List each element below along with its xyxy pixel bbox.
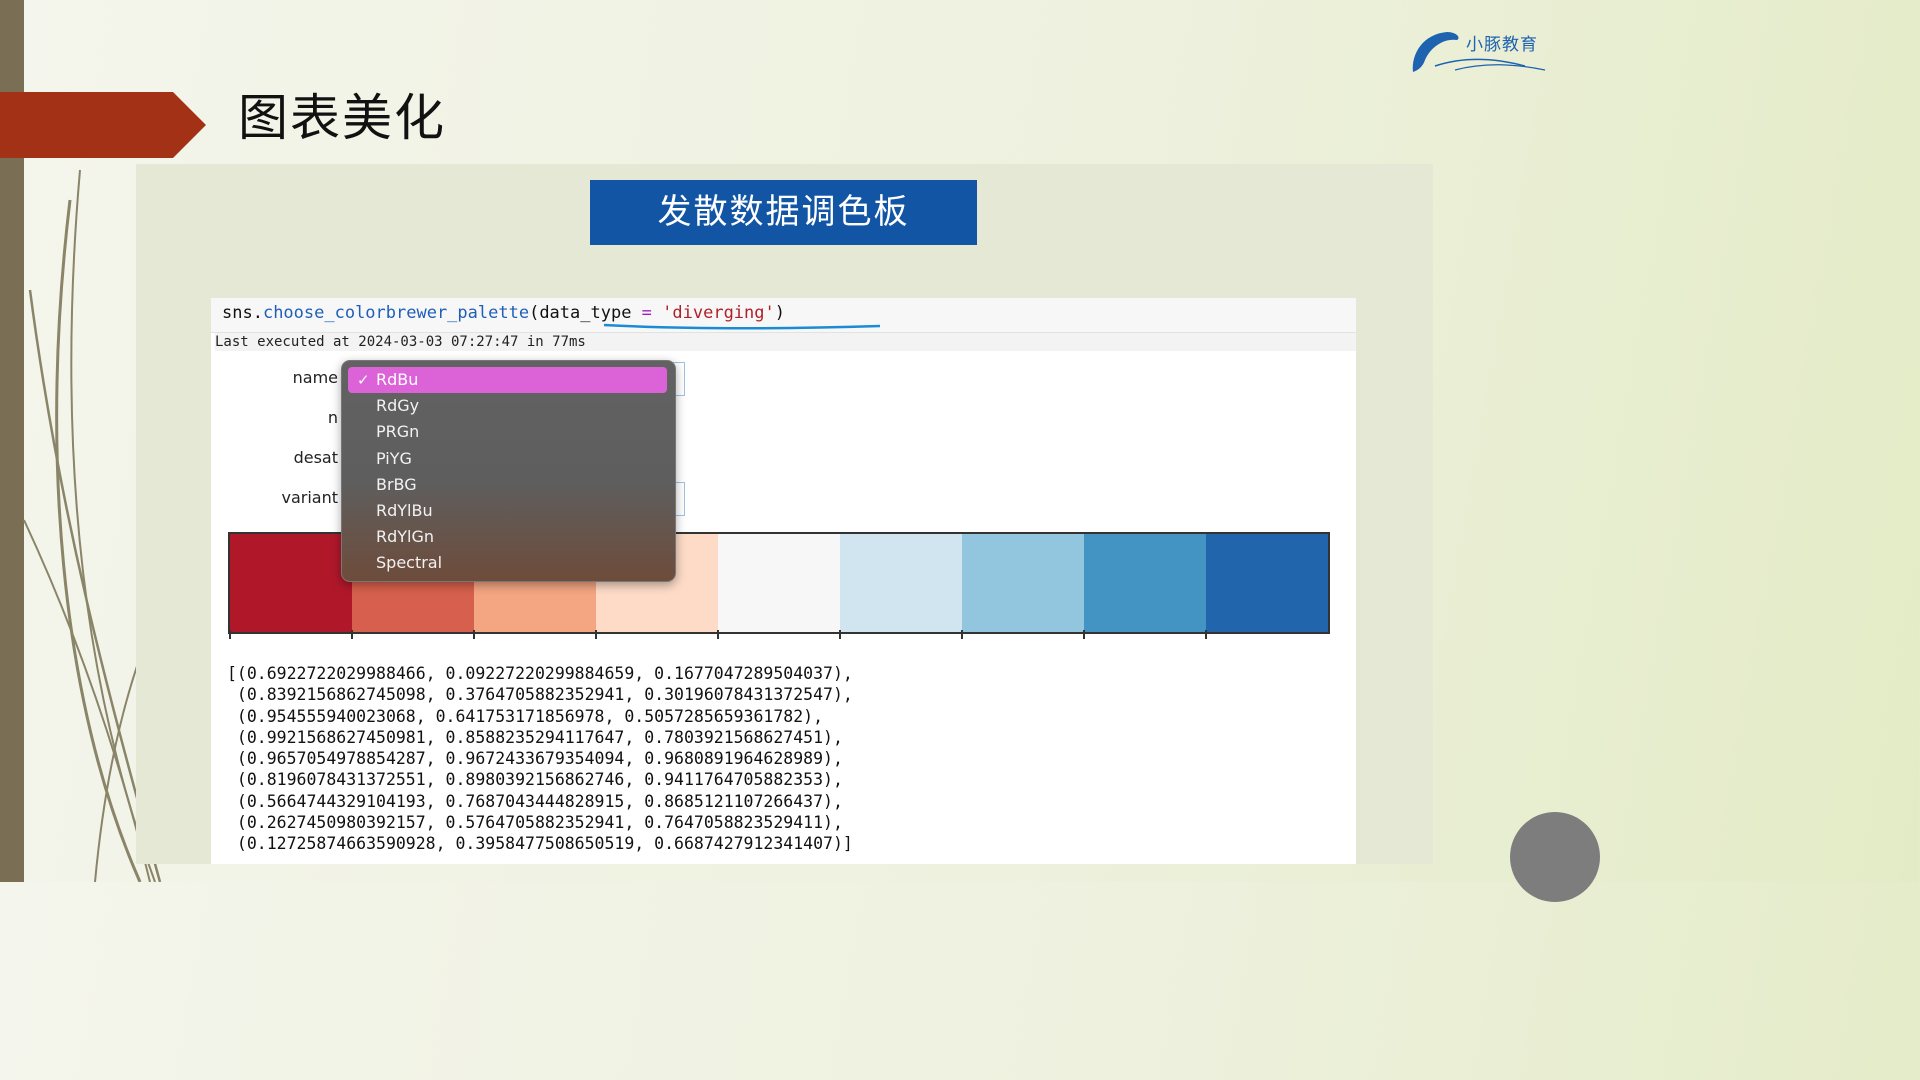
- palette-swatch: [718, 534, 840, 632]
- dropdown-option-label: RdGy: [376, 396, 420, 416]
- dropdown-option-rdylgn[interactable]: RdYlGn: [348, 524, 667, 550]
- dropdown-option-piyg[interactable]: PiYG: [348, 446, 667, 472]
- output-line: (0.5664744329104193, 0.7687043444828915,…: [227, 791, 843, 811]
- palette-swatch: [1084, 534, 1206, 632]
- palette-dropdown-menu[interactable]: ✓ RdBu RdGy PRGn PiYG BrBG RdYlBu RdYlGn Spectra…: [341, 360, 676, 582]
- dropdown-option-rdylbu[interactable]: RdYlBu: [348, 498, 667, 524]
- output-line: (0.8392156862745098, 0.3764705882352941,…: [227, 685, 853, 705]
- code-arg-name: data_type: [539, 303, 632, 323]
- dropdown-option-label: RdBu: [376, 370, 419, 389]
- output-line: (0.954555940023068, 0.641753171856978, 0…: [227, 706, 824, 726]
- dropdown-option-rdbu[interactable]: ✓ RdBu: [348, 367, 667, 393]
- output-line: (0.9657054978854287, 0.9672433679354094,…: [227, 749, 843, 769]
- code-open-paren: (: [529, 303, 540, 323]
- palette-tick: [961, 630, 963, 639]
- dropdown-option-label: BrBG: [376, 474, 417, 494]
- palette-tick: [473, 630, 475, 639]
- dropdown-option-label: Spectral: [376, 553, 443, 573]
- code-function: choose_colorbrewer_palette: [262, 303, 530, 323]
- output-line: (0.9921568627450981, 0.8588235294117647,…: [227, 727, 843, 747]
- palette-tick: [1205, 630, 1207, 639]
- output-line: (0.2627450980392157, 0.5764705882352941,…: [227, 813, 843, 833]
- palette-tick: [1083, 630, 1085, 639]
- corner-decoration: [1510, 812, 1600, 902]
- palette-output: [(0.6922722029988466, 0.0922722029988465…: [227, 663, 853, 855]
- palette-swatch: [962, 534, 1084, 632]
- page-title: 图表美化: [238, 89, 446, 147]
- logo-text: 小豚教育: [1466, 35, 1538, 55]
- variant-label: variant: [281, 488, 338, 507]
- checkmark-icon: ✓: [357, 371, 370, 389]
- dropdown-option-rdgy[interactable]: RdGy: [348, 393, 667, 419]
- palette-swatch: [230, 534, 352, 632]
- output-line: (0.8196078431372551, 0.8980392156862746,…: [227, 770, 843, 790]
- palette-tick: [839, 630, 841, 639]
- output-line: (0.12725874663590928, 0.3958477508650519…: [227, 834, 853, 854]
- dropdown-option-label: PRGn: [376, 422, 420, 442]
- code-prefix: sns.: [222, 303, 263, 323]
- name-label: name: [292, 368, 338, 387]
- dropdown-option-label: RdYlBu: [376, 501, 433, 520]
- palette-swatch: [840, 534, 962, 632]
- section-banner: 发散数据调色板: [590, 180, 977, 245]
- code-equals: =: [631, 303, 663, 323]
- dropdown-option-brbg[interactable]: BrBG: [348, 472, 667, 498]
- dropdown-option-label: RdYlGn: [376, 527, 435, 547]
- code-line: sns.choose_colorbrewer_palette(data_type…: [222, 303, 785, 323]
- code-close-paren: ): [774, 303, 785, 323]
- palette-tick: [351, 630, 353, 639]
- output-line: [(0.6922722029988466, 0.0922722029988465…: [227, 664, 853, 683]
- palette-tick: [717, 630, 719, 639]
- execution-info: Last executed at 2024-03-03 07:27:47 in …: [215, 333, 1356, 351]
- dropdown-option-prgn[interactable]: PRGn: [348, 419, 667, 445]
- handdrawn-underline: [603, 323, 881, 330]
- palette-tick: [229, 630, 231, 639]
- palette-tick: [595, 630, 597, 639]
- dropdown-option-label: PiYG: [376, 448, 412, 468]
- dropdown-option-spectral[interactable]: Spectral: [348, 550, 667, 576]
- palette-ticks: [228, 630, 1330, 640]
- desat-label: desat: [293, 448, 338, 467]
- title-arrow: [0, 92, 206, 158]
- n-label: n: [327, 408, 338, 427]
- palette-swatch: [1206, 534, 1328, 632]
- code-arg-value: 'diverging': [662, 303, 775, 323]
